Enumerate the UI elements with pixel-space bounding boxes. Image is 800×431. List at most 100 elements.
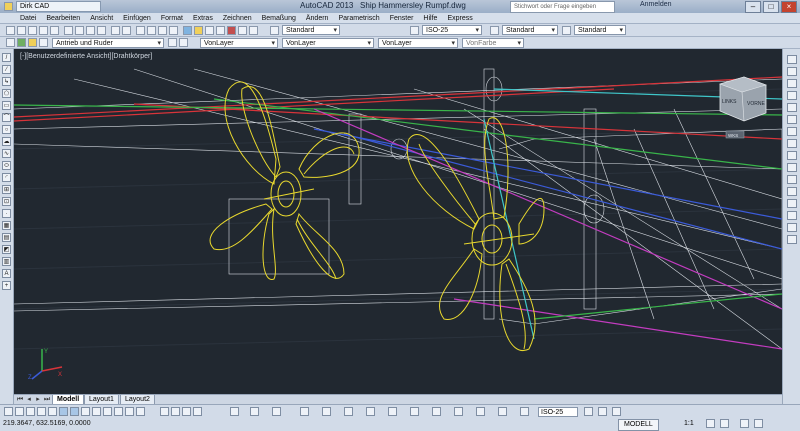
chamfer-icon[interactable] bbox=[787, 211, 797, 220]
undo-icon[interactable] bbox=[111, 26, 120, 35]
quick-properties-icon[interactable] bbox=[125, 407, 134, 416]
linetype-dropdown[interactable]: VonLayer bbox=[282, 38, 374, 49]
zoom-status-icon[interactable] bbox=[171, 407, 180, 416]
redo-icon[interactable] bbox=[122, 26, 131, 35]
menu-hilfe[interactable]: Hilfe bbox=[423, 13, 437, 23]
workspace-dropdown[interactable]: Dirk CAD bbox=[16, 0, 101, 12]
table-style-dropdown[interactable]: Standard bbox=[502, 25, 558, 36]
auto-scale-icon[interactable] bbox=[720, 419, 729, 428]
menu-bearbeiten[interactable]: Bearbeiten bbox=[46, 13, 80, 23]
polygon-tool-icon[interactable]: ⬠ bbox=[2, 89, 11, 98]
extrude-icon[interactable] bbox=[388, 407, 397, 416]
close-icon[interactable]: × bbox=[781, 1, 797, 13]
cut-icon[interactable] bbox=[64, 26, 73, 35]
layer-dropdown[interactable]: Antrieb und Ruder bbox=[52, 38, 164, 49]
align-icon[interactable] bbox=[300, 407, 309, 416]
sheet-set-icon[interactable] bbox=[216, 26, 225, 35]
make-current-icon[interactable] bbox=[168, 38, 177, 47]
viewcube[interactable]: LINKS VORNE WKS bbox=[719, 76, 767, 139]
layer-lock-icon[interactable] bbox=[39, 38, 48, 47]
ducs-icon[interactable] bbox=[81, 407, 90, 416]
match-properties-icon[interactable] bbox=[97, 26, 106, 35]
stretch-icon[interactable] bbox=[787, 151, 797, 160]
plotstyle-dropdown[interactable]: VonFarbe bbox=[462, 38, 524, 49]
color-dropdown[interactable]: VonLayer bbox=[200, 38, 278, 49]
tool-palettes-icon[interactable] bbox=[205, 26, 214, 35]
lineweight-display-icon[interactable] bbox=[103, 407, 112, 416]
menu-express[interactable]: Express bbox=[447, 13, 472, 23]
line-tool-icon[interactable]: / bbox=[2, 53, 11, 62]
polar-icon[interactable] bbox=[37, 407, 46, 416]
annotation-scale[interactable]: 1:1 bbox=[684, 419, 694, 429]
ortho-icon[interactable] bbox=[26, 407, 35, 416]
new-file-icon[interactable] bbox=[6, 26, 15, 35]
properties-icon[interactable] bbox=[183, 26, 192, 35]
move-icon[interactable] bbox=[787, 115, 797, 124]
layer-on-icon[interactable] bbox=[17, 38, 26, 47]
text-style-dropdown[interactable]: Standard bbox=[282, 25, 340, 36]
dim-style-dropdown[interactable]: ISO-25 bbox=[422, 25, 482, 36]
menu-extras[interactable]: Extras bbox=[193, 13, 213, 23]
offset-icon[interactable] bbox=[787, 91, 797, 100]
intersect-icon[interactable] bbox=[476, 407, 485, 416]
union-icon[interactable] bbox=[432, 407, 441, 416]
zoom-window-icon[interactable] bbox=[158, 26, 167, 35]
region-tool-icon[interactable]: ◩ bbox=[2, 245, 11, 254]
clean-screen-icon[interactable] bbox=[740, 419, 749, 428]
mleader-style-dropdown[interactable]: Standard bbox=[574, 25, 626, 36]
annotation-icon[interactable] bbox=[520, 407, 529, 416]
isolate-objects-icon[interactable] bbox=[612, 407, 621, 416]
make-block-icon[interactable]: ⊡ bbox=[2, 197, 11, 206]
array-icon[interactable] bbox=[787, 103, 797, 112]
xline-tool-icon[interactable]: ⁄ bbox=[2, 65, 11, 74]
ellipse-tool-icon[interactable]: ⬭ bbox=[2, 161, 11, 170]
maximize-icon[interactable]: □ bbox=[763, 1, 779, 13]
orbit-status-icon[interactable] bbox=[182, 407, 191, 416]
pan-status-icon[interactable] bbox=[160, 407, 169, 416]
menu-ansicht[interactable]: Ansicht bbox=[90, 13, 113, 23]
point-tool-icon[interactable]: · bbox=[2, 209, 11, 218]
zoom-icon[interactable] bbox=[147, 26, 156, 35]
mirror-icon[interactable] bbox=[787, 79, 797, 88]
zoom-previous-icon[interactable] bbox=[169, 26, 178, 35]
osnap-icon[interactable] bbox=[48, 407, 57, 416]
app-menu-icon[interactable] bbox=[4, 1, 13, 11]
measure-icon[interactable] bbox=[250, 407, 259, 416]
model-space-toggle[interactable]: MODELL bbox=[618, 419, 659, 431]
plot-icon[interactable] bbox=[39, 26, 48, 35]
showmotion-icon[interactable] bbox=[193, 407, 202, 416]
lock-ui-icon[interactable] bbox=[598, 407, 607, 416]
section-icon[interactable] bbox=[366, 407, 375, 416]
menu-aendern[interactable]: Ändern bbox=[306, 13, 329, 23]
copy-object-icon[interactable] bbox=[787, 67, 797, 76]
menu-format[interactable]: Format bbox=[161, 13, 183, 23]
3d-move-icon[interactable] bbox=[322, 407, 331, 416]
paste-icon[interactable] bbox=[86, 26, 95, 35]
status-menu-icon[interactable] bbox=[754, 419, 763, 428]
explode-icon[interactable] bbox=[787, 235, 797, 244]
join-icon[interactable] bbox=[787, 199, 797, 208]
3d-rotate-icon[interactable] bbox=[344, 407, 353, 416]
layer-freeze-icon[interactable] bbox=[28, 38, 37, 47]
break-icon[interactable] bbox=[787, 187, 797, 196]
mtext-tool-icon[interactable]: A bbox=[2, 269, 11, 278]
menu-datei[interactable]: Datei bbox=[20, 13, 36, 23]
selection-cycling-icon[interactable] bbox=[136, 407, 145, 416]
drawing-viewport[interactable]: LINKS VORNE WKS Y X Z bbox=[14, 49, 782, 394]
open-file-icon[interactable] bbox=[17, 26, 26, 35]
markup-icon[interactable] bbox=[227, 26, 236, 35]
wireframe-drawing[interactable]: LINKS VORNE WKS Y X Z bbox=[14, 49, 782, 394]
search-input[interactable]: Stichwort oder Frage eingeben bbox=[510, 1, 615, 13]
layer-previous-icon[interactable] bbox=[179, 38, 188, 47]
calculator-icon[interactable] bbox=[238, 26, 247, 35]
copy-icon[interactable] bbox=[75, 26, 84, 35]
design-center-icon[interactable] bbox=[194, 26, 203, 35]
workspace-selector[interactable]: Dirk CAD bbox=[4, 0, 154, 12]
scale-icon[interactable] bbox=[787, 139, 797, 148]
presspull-icon[interactable] bbox=[410, 407, 419, 416]
slice-icon[interactable] bbox=[498, 407, 507, 416]
render-icon[interactable] bbox=[272, 407, 281, 416]
trim-icon[interactable] bbox=[787, 163, 797, 172]
grid-icon[interactable] bbox=[15, 407, 24, 416]
rotate-icon[interactable] bbox=[787, 127, 797, 136]
